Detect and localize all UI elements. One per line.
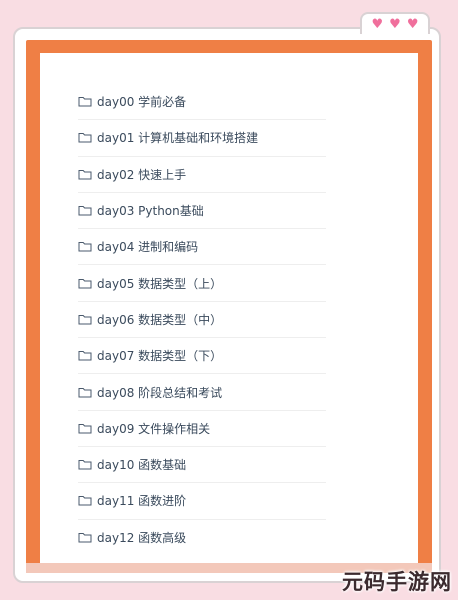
folder-label: day12 函数高级 [97,531,187,546]
folder-item[interactable]: day09 文件操作相关 [78,411,326,447]
folder-item[interactable]: day07 数据类型（下） [78,338,326,375]
folder-icon [78,206,92,216]
folder-label: day03 Python基础 [97,204,204,219]
folder-icon [78,314,92,325]
folder-item[interactable]: day10 函数基础 [78,447,326,484]
folder-label: day04 进制和编码 [97,240,199,255]
folder-item[interactable]: day02 快速上手 [78,157,326,193]
folder-item[interactable]: day00 学前必备 [78,84,326,121]
folder-icon [78,460,92,470]
watermark-logo: 元码手游网 [342,570,452,594]
folder-item[interactable]: day05 数据类型（上） [78,265,326,302]
folder-label: day01 计算机基础和环境搭建 [97,131,259,146]
folder-item[interactable]: day04 进制和编码 [78,229,326,266]
folder-item[interactable]: day06 数据类型（中） [78,302,326,339]
folder-item[interactable]: day11 函数进阶 [78,483,326,520]
folder-item[interactable]: day03 Python基础 [78,193,326,230]
heart-icon: ♥ [389,16,401,32]
folder-icon [78,242,92,252]
folder-item[interactable]: day08 阶段总结和考试 [78,374,326,411]
folder-label: day06 数据类型（中） [97,312,223,327]
folder-list: day00 学前必备 day01 计算机基础和环境搭建 day02 快速上手 day0… [78,84,326,556]
folder-icon [78,169,92,180]
folder-icon [78,496,92,506]
folder-label: day05 数据类型（上） [97,276,223,291]
heart-icon: ♥ [371,16,384,32]
folder-label: day00 学前必备 [97,95,187,110]
folder-icon [78,423,92,434]
folder-item[interactable]: day12 函数高级 [78,520,326,556]
folder-label: day02 快速上手 [97,167,187,182]
folder-label: day07 数据类型（下） [97,349,223,364]
hearts-tab: ♥ ♥ ♥ [360,12,430,34]
folder-icon [78,351,92,361]
folder-label: day11 函数进阶 [97,494,187,509]
folder-label: day09 文件操作相关 [97,421,211,436]
folder-icon [78,133,92,143]
folder-icon [78,533,92,543]
folder-item[interactable]: day01 计算机基础和环境搭建 [78,120,326,157]
folder-icon [78,278,92,289]
folder-label: day10 函数基础 [97,458,187,473]
file-list-panel: day00 学前必备 day01 计算机基础和环境搭建 day02 快速上手 day0… [40,53,418,563]
folder-label: day08 阶段总结和考试 [97,385,223,400]
heart-icon: ♥ [406,16,419,32]
folder-icon [78,387,92,398]
folder-icon [78,97,92,107]
